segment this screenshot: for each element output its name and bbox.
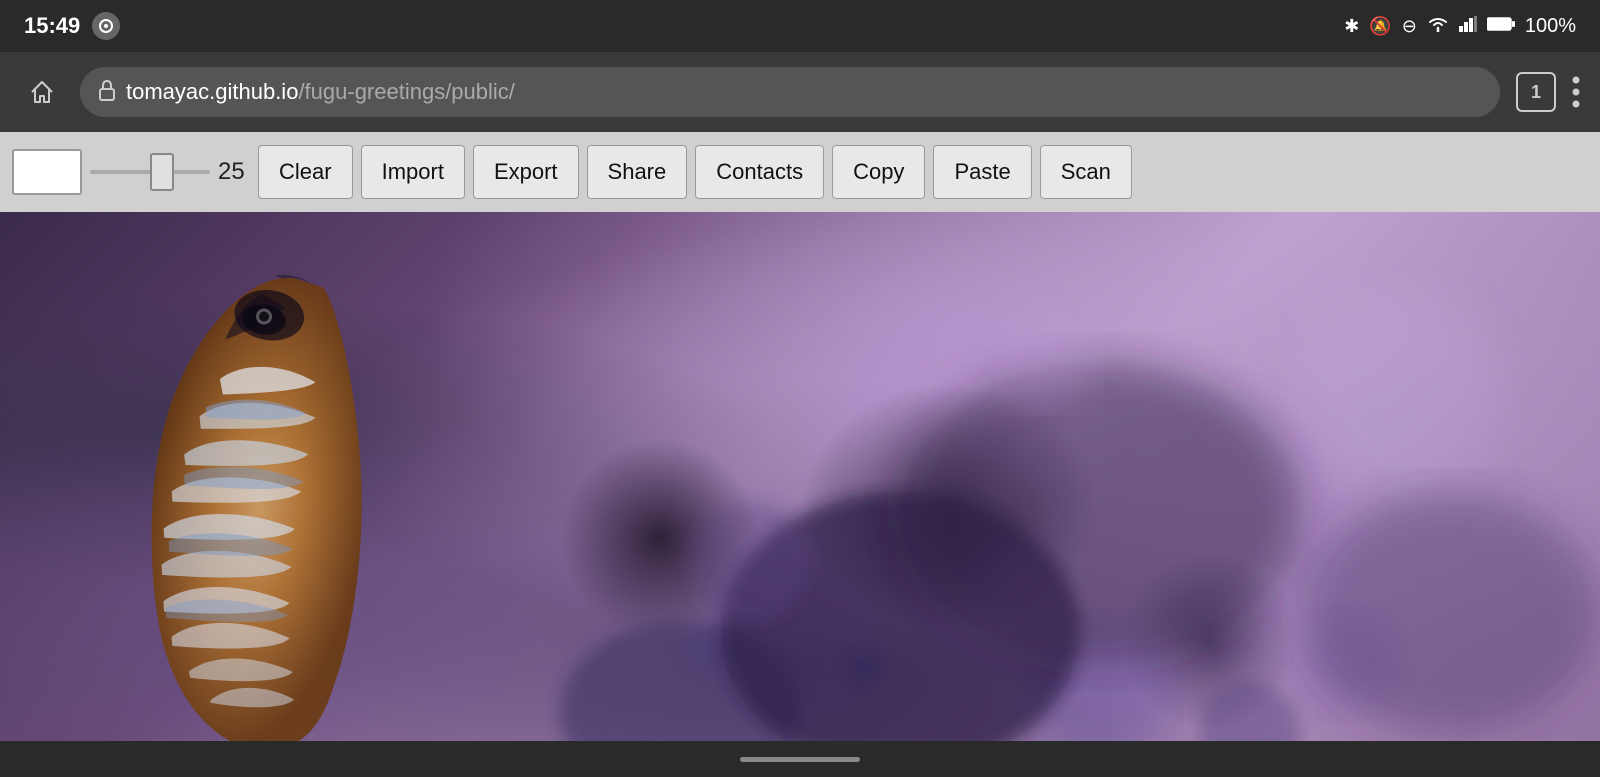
slider-container: 25 (90, 158, 250, 186)
url-path: /fugu-greetings/public/ (298, 79, 514, 104)
main-canvas-area[interactable] (0, 212, 1600, 777)
status-right: ✱ 🔕 ⊖ 100% (1344, 15, 1576, 38)
url-domain: tomayac.github.io (126, 79, 298, 104)
status-left: 15:49 (24, 12, 120, 40)
browser-actions: 1 (1516, 72, 1580, 112)
mute-icon: 🔕 (1369, 16, 1391, 37)
slider-value: 25 (218, 158, 250, 186)
address-bar[interactable]: tomayac.github.io/fugu-greetings/public/ (80, 67, 1500, 117)
clear-button[interactable]: Clear (258, 145, 353, 199)
scan-button[interactable]: Scan (1040, 145, 1132, 199)
wifi-icon (1427, 16, 1449, 37)
color-swatch[interactable] (12, 149, 82, 195)
import-button[interactable]: Import (361, 145, 465, 199)
bottom-navigation-bar (0, 741, 1600, 777)
fish-illustration (0, 212, 1600, 777)
home-indicator (740, 757, 860, 762)
launcher-icon (92, 12, 120, 40)
status-bar: 15:49 ✱ 🔕 ⊖ (0, 0, 1600, 52)
tab-switcher-button[interactable]: 1 (1516, 72, 1556, 112)
brush-size-slider[interactable] (90, 170, 210, 174)
lock-icon (98, 79, 116, 106)
paste-button[interactable]: Paste (933, 145, 1031, 199)
export-button[interactable]: Export (473, 145, 579, 199)
contacts-button[interactable]: Contacts (695, 145, 824, 199)
home-button[interactable] (20, 70, 64, 114)
copy-button[interactable]: Copy (832, 145, 925, 199)
bluetooth-icon: ✱ (1344, 16, 1359, 37)
slider-thumb (150, 153, 174, 191)
signal-icon (1459, 16, 1477, 37)
status-time: 15:49 (24, 13, 80, 39)
share-button[interactable]: Share (587, 145, 688, 199)
battery-icon (1487, 16, 1515, 37)
battery-percent: 100% (1525, 15, 1576, 38)
url-display: tomayac.github.io/fugu-greetings/public/ (126, 79, 515, 105)
dnd-icon: ⊖ (1402, 16, 1417, 37)
browser-bar: tomayac.github.io/fugu-greetings/public/… (0, 52, 1600, 132)
toolbar: 25 Clear Import Export Share Contacts Co… (0, 132, 1600, 212)
more-options-button[interactable] (1572, 74, 1580, 110)
